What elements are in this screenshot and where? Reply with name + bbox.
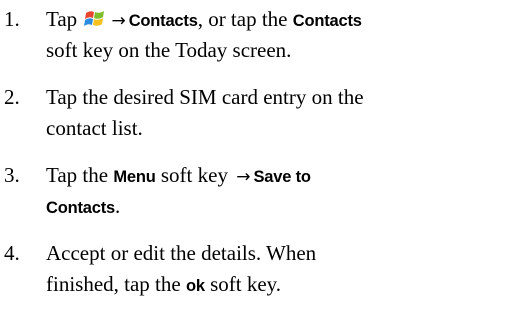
text-segment: contact list.: [46, 116, 143, 140]
step-number: 2.: [4, 85, 20, 109]
step-line: finished, tap the ok soft key.: [46, 269, 508, 300]
step-text: Tap the Menu soft key → Save to Contacts.: [46, 160, 508, 222]
menu-soft-key-label: Menu: [113, 168, 156, 186]
step-line: Accept or edit the details. When: [46, 238, 508, 269]
text-segment: Accept or edit the details. When: [46, 241, 317, 265]
text-segment: Tap: [46, 7, 83, 31]
step-number: 1.: [4, 7, 20, 31]
arrow-glyph: →: [236, 167, 251, 187]
step-number: 4.: [4, 241, 20, 265]
text-segment: soft key.: [204, 272, 282, 296]
step-line: Tap the desired SIM card entry on the: [46, 82, 508, 113]
text-segment: soft key: [155, 163, 234, 187]
text-segment: Tap the: [46, 163, 114, 187]
step-number: 3.: [4, 163, 20, 187]
save-to-contacts-label: Save to: [253, 168, 311, 186]
contacts-soft-key-label: Contacts: [292, 12, 362, 30]
step-text: Accept or edit the details. When finishe…: [46, 238, 508, 300]
arrow-glyph: →: [111, 11, 126, 31]
save-to-contacts-label-cont: Contacts: [46, 199, 115, 217]
text-segment: soft key on the Today screen.: [46, 38, 292, 62]
contacts-label: Contacts: [128, 12, 198, 30]
step-line: contact list.: [46, 113, 508, 144]
step-line: soft key on the Today screen.: [46, 35, 508, 66]
step-line: Tap the Menu soft key → Save to: [46, 160, 508, 191]
ok-soft-key-label: ok: [185, 277, 205, 295]
text-segment: finished, tap the: [46, 272, 186, 296]
windows-start-flag-icon: [84, 11, 105, 26]
text-segment: Tap the desired SIM card entry on the: [46, 85, 364, 109]
text-segment: , or tap the: [197, 7, 293, 31]
step-line: Tap → Contacts, or tap the Contacts: [46, 4, 508, 35]
step-line: Contacts.: [46, 191, 508, 222]
step-text: Tap the desired SIM card entry on the co…: [46, 82, 508, 144]
step-text: Tap → Contacts, or tap the Contacts soft …: [46, 4, 508, 66]
text-segment: .: [115, 194, 121, 218]
